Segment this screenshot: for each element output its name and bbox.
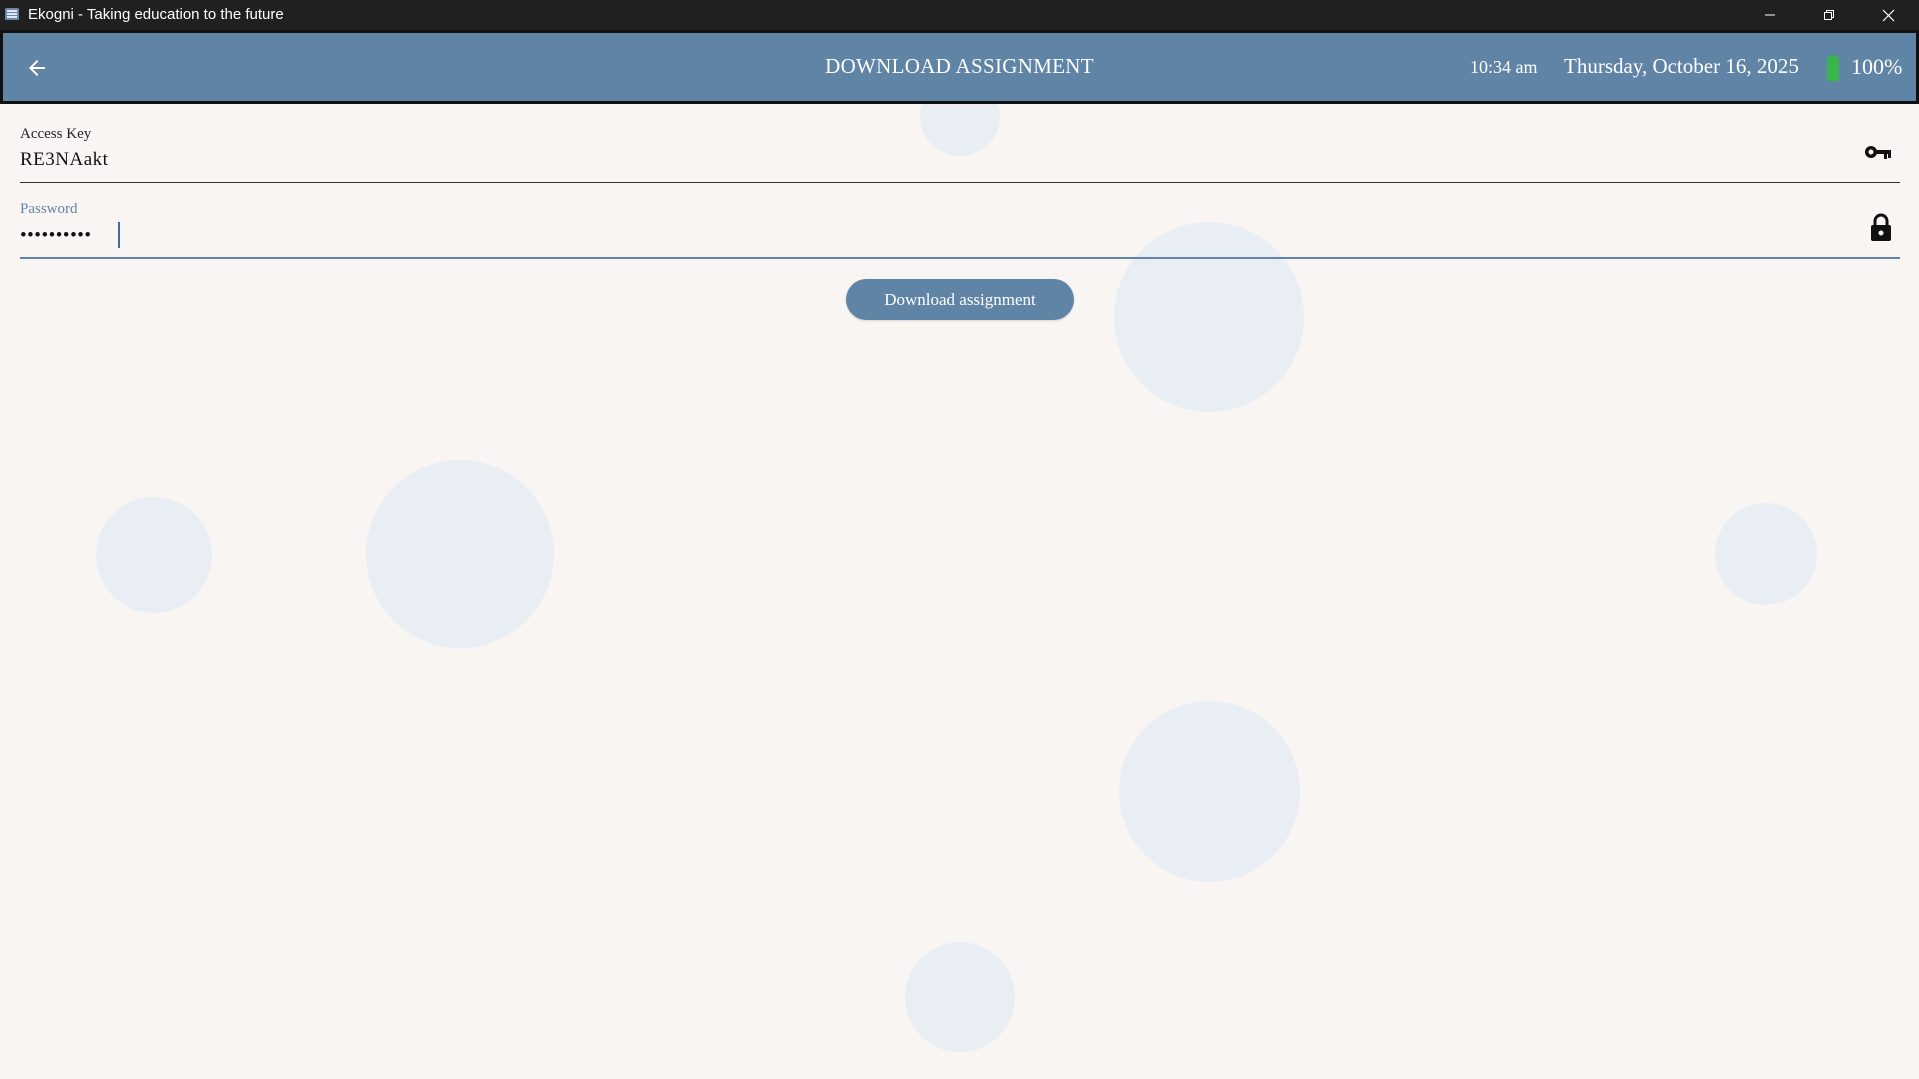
minimize-icon <box>1765 14 1775 16</box>
app-header: DOWNLOAD ASSIGNMENT 10:34 am Thursday, O… <box>0 30 1919 104</box>
password-input[interactable]: •••••••••• <box>20 225 92 247</box>
close-button[interactable] <box>1859 0 1917 30</box>
window-titlebar: Ekogni - Taking education to the future <box>0 0 1919 30</box>
access-key-label: Access Key <box>20 126 92 142</box>
download-assignment-button[interactable]: Download assignment <box>846 279 1074 320</box>
battery-icon <box>1827 55 1839 81</box>
close-icon <box>1882 9 1894 21</box>
password-underline <box>20 257 1900 259</box>
restore-icon <box>1824 10 1834 20</box>
clock-time: 10:34 am <box>1470 57 1538 77</box>
background-bubble <box>905 942 1015 1052</box>
key-icon[interactable] <box>1864 144 1892 160</box>
background-bubble <box>366 460 554 648</box>
minimize-button[interactable] <box>1741 0 1799 30</box>
restore-button[interactable] <box>1800 0 1858 30</box>
background-bubble <box>1119 701 1300 882</box>
window-title: Ekogni - Taking education to the future <box>28 6 284 23</box>
password-field[interactable]: Password •••••••••• <box>20 199 1900 261</box>
background-bubble <box>1715 503 1817 605</box>
background-bubble <box>96 497 212 613</box>
access-key-input[interactable]: RE3NAakt <box>20 149 108 171</box>
access-key-underline <box>20 182 1900 183</box>
password-label: Password <box>20 201 78 217</box>
lock-icon[interactable] <box>1870 213 1892 241</box>
access-key-field[interactable]: Access Key RE3NAakt <box>20 124 1900 184</box>
text-cursor <box>118 222 120 248</box>
ekogni-app-icon <box>5 8 19 20</box>
clock-date: Thursday, October 16, 2025 <box>1564 54 1799 78</box>
battery-percent: 100% <box>1851 54 1903 79</box>
